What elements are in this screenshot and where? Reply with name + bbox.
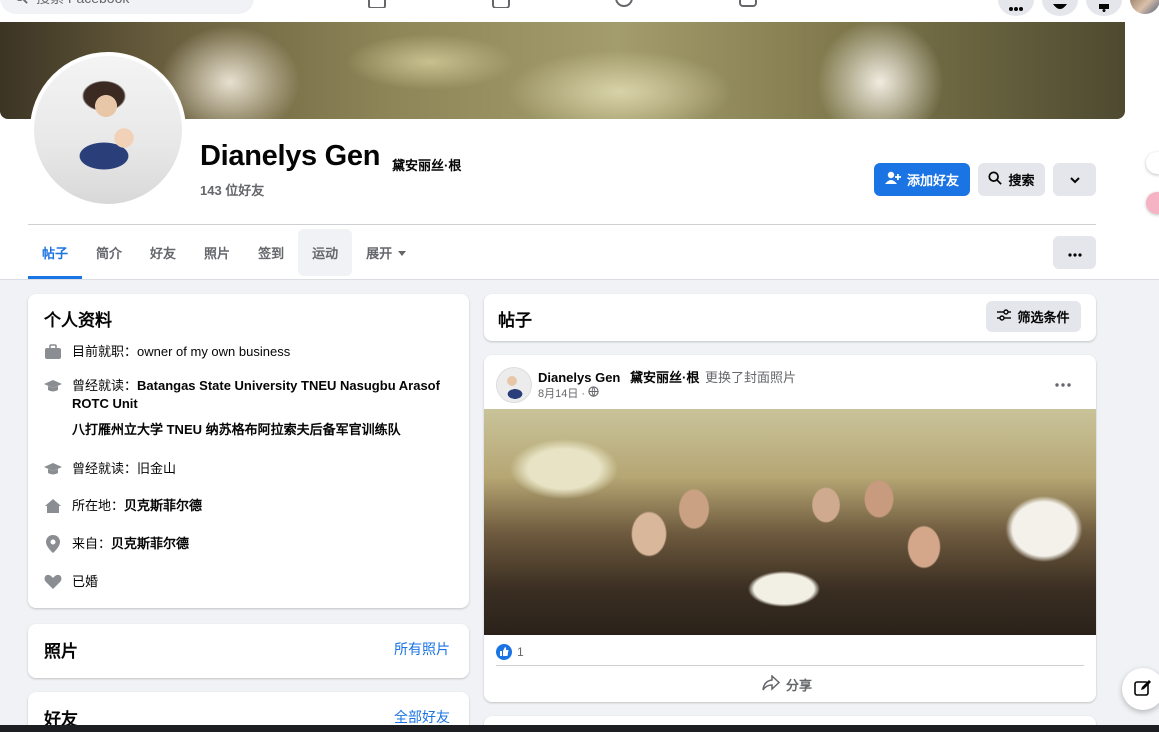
profile-search-button[interactable]: 搜索 xyxy=(978,163,1045,196)
profile-name: Dianelys Gen xyxy=(200,140,381,172)
sliders-icon xyxy=(997,309,1012,324)
new-message-button[interactable] xyxy=(1122,668,1159,710)
share-button[interactable]: 分享 xyxy=(762,674,813,694)
tab-posts[interactable]: 帖子 xyxy=(28,229,83,279)
marketplace-icon[interactable] xyxy=(364,0,390,10)
search-placeholder: 搜索 Facebook xyxy=(36,0,129,8)
graduation-cap-icon xyxy=(44,460,62,478)
post-photo[interactable] xyxy=(484,409,1096,635)
friend-count[interactable]: 143 位好友 xyxy=(200,180,264,199)
taskbar-strip xyxy=(0,725,1159,732)
intro-education-2: 曾经就读：旧金山 xyxy=(44,460,442,478)
post-actions-divider xyxy=(496,665,1084,666)
tab-photos[interactable]: 照片 xyxy=(190,229,244,276)
tab-about[interactable]: 简介 xyxy=(82,229,136,276)
profile-alt-name: 黛安丽丝·根 xyxy=(392,158,462,173)
profile-nav-icon[interactable] xyxy=(611,0,637,10)
add-friend-button[interactable]: 添加好友 xyxy=(874,163,970,196)
photos-card: 照片 所有照片 xyxy=(28,624,469,678)
briefcase-icon xyxy=(44,343,62,361)
like-reaction-icon xyxy=(496,644,512,660)
tab-sports[interactable]: 运动 xyxy=(298,229,353,276)
lives-in-city[interactable]: 贝克斯菲尔德 xyxy=(124,498,202,513)
tab-checkins[interactable]: 签到 xyxy=(244,229,298,276)
add-friend-icon xyxy=(884,171,901,188)
home-icon xyxy=(44,497,62,515)
share-icon xyxy=(762,674,781,694)
post-author-alt-name[interactable]: 黛安丽丝·根 xyxy=(630,370,699,385)
profile-search-label: 搜索 xyxy=(1008,173,1035,188)
filter-label: 筛选条件 xyxy=(1017,310,1070,325)
intro-work: 目前就职：owner of my own business xyxy=(44,343,442,361)
filter-button[interactable]: 筛选条件 xyxy=(986,301,1081,332)
more-options-dropdown-button[interactable] xyxy=(1053,163,1096,196)
post-author-name[interactable]: Dianelys Gen xyxy=(538,370,620,385)
header-bottom-border xyxy=(0,279,1159,280)
post-date[interactable]: 8月14日 · xyxy=(538,385,585,401)
all-friends-link[interactable]: 全部好友 xyxy=(394,707,450,727)
intro-lives-in: 所在地：贝克斯菲尔德 xyxy=(44,497,442,515)
chevron-down-icon xyxy=(1069,172,1081,187)
globe-icon xyxy=(588,386,599,400)
facebook-search-input[interactable]: 搜索 Facebook xyxy=(0,0,254,14)
post-meta: 8月14日 · xyxy=(538,385,599,401)
notifications-icon[interactable] xyxy=(1086,0,1122,16)
profile-tabs: 帖子 简介 好友 照片 签到 运动 展开 xyxy=(28,229,420,279)
intro-from: 来自：贝克斯菲尔德 xyxy=(44,535,442,553)
ellipsis-icon xyxy=(1055,374,1071,390)
header-divider xyxy=(28,224,1096,225)
search-icon xyxy=(14,0,28,7)
top-navigation-bar: 搜索 Facebook xyxy=(0,0,1159,22)
caret-down-icon xyxy=(398,245,407,260)
graduation-cap-icon xyxy=(44,377,62,395)
intro-relationship: 已婚 xyxy=(44,573,442,591)
gaming-icon[interactable] xyxy=(735,0,761,10)
intro-card: 个人资料 目前就职：owner of my own business 曾经就读：… xyxy=(28,294,469,608)
profile-picture[interactable] xyxy=(30,52,186,208)
posts-title: 帖子 xyxy=(498,311,532,330)
all-photos-link[interactable]: 所有照片 xyxy=(394,639,450,659)
post-author-avatar[interactable] xyxy=(496,367,532,403)
ellipsis-icon xyxy=(1067,245,1082,260)
menu-grid-icon[interactable] xyxy=(998,0,1034,16)
tab-friends[interactable]: 好友 xyxy=(136,229,190,276)
photos-title: 照片 xyxy=(44,642,78,661)
tabs-more-button[interactable] xyxy=(1053,236,1096,269)
intro-education-1: 曾经就读：Batangas State University TNEU Nasu… xyxy=(44,377,442,439)
tab-more[interactable]: 展开 xyxy=(352,229,420,276)
intro-title: 个人资料 xyxy=(44,311,112,330)
video-icon[interactable] xyxy=(488,0,514,10)
add-friend-label: 添加好友 xyxy=(906,173,959,188)
compose-icon xyxy=(1134,679,1152,700)
search-icon xyxy=(988,171,1003,188)
post-action-text: 更换了封面照片 xyxy=(704,370,796,385)
account-avatar[interactable] xyxy=(1130,0,1159,14)
like-count[interactable]: 1 xyxy=(517,645,524,659)
share-label: 分享 xyxy=(786,678,813,693)
messenger-icon[interactable] xyxy=(1042,0,1078,16)
location-pin-icon xyxy=(44,535,62,553)
edu1-school-translation: 八打雁州立大学 TNEU 纳苏格布阿拉索夫后备军官训练队 xyxy=(72,422,401,437)
post-options-button[interactable] xyxy=(1055,374,1071,390)
posts-header-card: 帖子 筛选条件 xyxy=(484,294,1096,341)
post-header-line: Dianelys Gen 黛安丽丝·根 更换了封面照片 xyxy=(538,367,796,386)
hometown-city[interactable]: 贝克斯菲尔德 xyxy=(111,536,189,551)
post-card: Dianelys Gen 黛安丽丝·根 更换了封面照片 8月14日 · 1 分享 xyxy=(484,355,1096,702)
heart-icon xyxy=(44,573,62,591)
